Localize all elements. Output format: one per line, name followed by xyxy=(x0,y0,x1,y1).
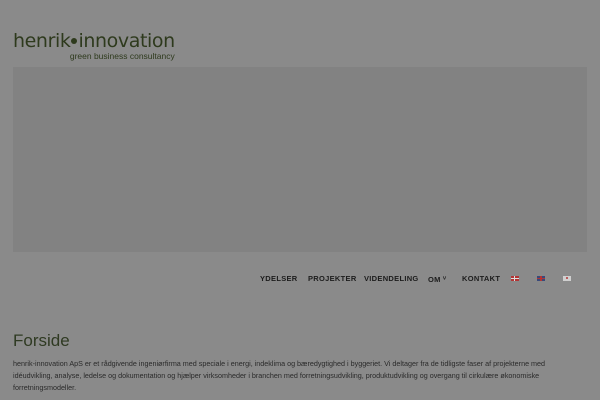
language-japanese-flag-icon[interactable] xyxy=(563,276,571,281)
nav-item-projekter[interactable]: PROJEKTER xyxy=(308,272,357,286)
hero-banner xyxy=(13,67,587,252)
nav-item-videndeling[interactable]: VIDENDELING xyxy=(364,272,419,286)
site-logo[interactable]: henrik innovation green business consulta… xyxy=(13,30,175,61)
nav-item-kontakt[interactable]: KONTAKT xyxy=(462,272,500,286)
main-navigation: YDELSER PROJEKTER VIDENDELING OM ˅ KONTAK… xyxy=(0,272,600,286)
nav-item-ydelser[interactable]: YDELSER xyxy=(260,272,298,286)
page-title: Forside xyxy=(13,331,70,350)
intro-paragraph: henrik-innovation ApS er et rådgivende i… xyxy=(13,359,546,392)
logo-tagline: green business consultancy xyxy=(69,51,175,61)
nav-item-om-label: OM xyxy=(428,275,441,284)
logo-wordmark: henrik innovation xyxy=(13,30,175,52)
language-english-flag-icon[interactable] xyxy=(537,276,545,281)
chevron-down-icon: ˅ xyxy=(442,276,447,282)
nav-item-om[interactable]: OM ˅ xyxy=(428,272,447,287)
logo-word-henrik: henrik xyxy=(13,30,71,52)
logo-word-innovation: innovation xyxy=(78,30,175,52)
language-danish-flag-icon[interactable] xyxy=(511,276,519,281)
logo-dot-icon xyxy=(71,37,78,44)
